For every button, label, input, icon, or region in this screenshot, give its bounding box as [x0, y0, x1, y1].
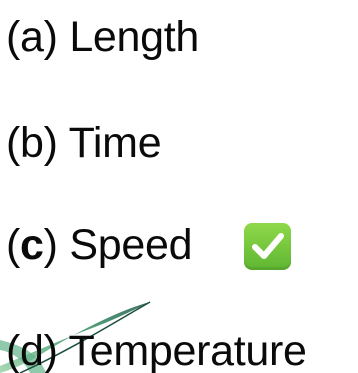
option-b-label: Time: [68, 119, 162, 167]
option-a-label: Length: [69, 13, 200, 61]
option-a[interactable]: (a) Length: [6, 12, 199, 62]
check-mark-icon: [244, 223, 291, 270]
option-b-letter: b: [20, 119, 44, 167]
option-b-close-paren: ): [43, 119, 58, 167]
option-d-label: Temperature: [68, 327, 307, 373]
option-c-label: Speed: [69, 221, 193, 269]
option-c-open-paren: (: [6, 221, 21, 269]
option-a-prefix: (a): [6, 13, 58, 61]
option-c-letter: c: [20, 221, 44, 269]
option-c-close-paren: ): [43, 221, 58, 269]
option-d[interactable]: (d) Temperature: [6, 326, 307, 373]
option-d-prefix: (d): [6, 327, 58, 373]
option-b-open-paren: (: [6, 119, 21, 167]
option-c[interactable]: (c) Speed: [6, 220, 192, 270]
option-b[interactable]: (b) Time: [6, 118, 162, 168]
